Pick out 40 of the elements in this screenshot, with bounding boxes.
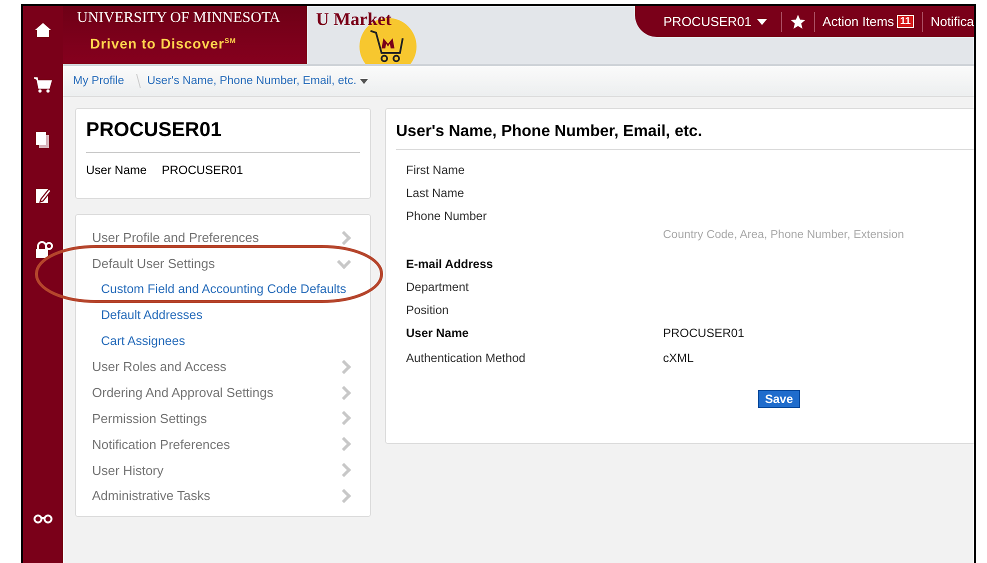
menu-item[interactable]: User History bbox=[92, 462, 164, 478]
form-title: User's Name, Phone Number, Email, etc. bbox=[396, 109, 974, 150]
field-label: First Name bbox=[406, 162, 466, 176]
tagline: Driven to Discover$^{SM}$ bbox=[90, 34, 238, 53]
action-items-link[interactable]: Action Items bbox=[822, 14, 894, 29]
university-name: UNIVERSITY OF MINNESOTA bbox=[77, 10, 282, 27]
field-label: Phone Number bbox=[406, 208, 488, 222]
field-label: E-mail Address bbox=[406, 256, 494, 270]
field-label: Authentication Method bbox=[406, 351, 526, 365]
user-name-value: PROCUSER01 bbox=[162, 163, 244, 177]
field-label: Position bbox=[406, 302, 450, 316]
field-value: PROCUSER01 bbox=[663, 326, 744, 340]
star-icon[interactable] bbox=[790, 14, 806, 30]
menu-item[interactable]: User Roles and Access bbox=[92, 359, 226, 374]
menu-item[interactable]: Default User Settings bbox=[92, 256, 215, 272]
breadcrumb-link[interactable]: My Profile bbox=[73, 75, 124, 87]
caret-icon[interactable] bbox=[360, 78, 368, 84]
menu-item[interactable]: Ordering And Approval Settings bbox=[92, 385, 274, 400]
action-count: 11 bbox=[897, 15, 914, 28]
menu-item[interactable]: Administrative Tasks bbox=[92, 488, 210, 504]
menu-item[interactable]: Notification Preferences bbox=[92, 436, 230, 452]
submenu-item[interactable]: Cart Assignees bbox=[101, 334, 186, 348]
field-label: User Name bbox=[406, 326, 470, 340]
submenu-item[interactable]: Default Addresses bbox=[101, 308, 202, 322]
profile-title: PROCUSER01 bbox=[86, 119, 360, 153]
notifications-link[interactable]: Notifica bbox=[930, 14, 974, 29]
app-name: U Market bbox=[316, 9, 392, 29]
submenu-item[interactable]: Custom Field and Accounting Code Defaults bbox=[101, 282, 346, 296]
field-label: Last Name bbox=[406, 186, 466, 200]
field-hint: Country Code, Area, Phone Number, Extension bbox=[663, 229, 904, 241]
user-name-label: User Name bbox=[86, 163, 147, 177]
home-icon[interactable] bbox=[33, 20, 53, 40]
field-label: Department bbox=[406, 280, 470, 294]
cart-icon[interactable] bbox=[33, 75, 53, 95]
field-value: cXML bbox=[663, 351, 694, 365]
save-button[interactable]: Save bbox=[758, 390, 800, 408]
menu-item[interactable]: Permission Settings bbox=[92, 410, 207, 426]
menu-item[interactable]: User Profile and Preferences bbox=[92, 230, 259, 246]
breadcrumb-link[interactable]: User's Name, Phone Number, Email, etc. bbox=[147, 75, 356, 87]
user-menu[interactable]: PROCUSER01 bbox=[663, 14, 752, 29]
